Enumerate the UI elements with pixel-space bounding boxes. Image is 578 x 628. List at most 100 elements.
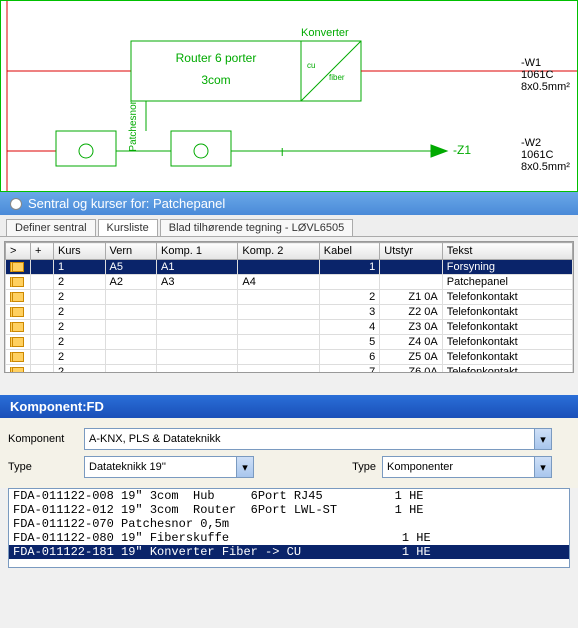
cell: 7	[319, 365, 379, 374]
cell	[157, 305, 238, 320]
konverter-label: Konverter	[301, 27, 349, 39]
col-header[interactable]: +	[31, 243, 54, 260]
cell	[105, 290, 157, 305]
tab-2[interactable]: Blad tilhørende tegning - LØVL6505	[160, 219, 354, 236]
w2-id: -W2	[521, 137, 570, 149]
table-row[interactable]: 2 7Z6 0ATelefonkontakt	[6, 365, 573, 374]
konv-cu: cu	[307, 61, 315, 70]
row-icon	[10, 307, 24, 317]
cell	[238, 365, 319, 374]
cell: 1	[54, 260, 106, 275]
cell	[31, 275, 54, 290]
konv-fiber: fiber	[329, 73, 345, 82]
cell	[6, 290, 31, 305]
tab-1[interactable]: Kursliste	[98, 219, 158, 236]
col-header[interactable]: Vern	[105, 243, 157, 260]
row-icon	[10, 322, 24, 332]
cell	[319, 275, 379, 290]
cell	[31, 260, 54, 275]
type1-combo[interactable]: ▾	[84, 456, 254, 478]
col-header[interactable]: Utstyr	[380, 243, 442, 260]
type2-input[interactable]	[383, 459, 534, 475]
w1-type: 1061C	[521, 69, 570, 81]
table-row[interactable]: 2A2A3A4Patchepanel	[6, 275, 573, 290]
type2-combo[interactable]: ▾	[382, 456, 552, 478]
list-item[interactable]: FDA-011122-070 Patchesnor 0,5m	[9, 517, 569, 531]
cell	[6, 350, 31, 365]
cell: Forsyning	[442, 260, 572, 275]
row-icon	[10, 337, 24, 347]
cell: A3	[157, 275, 238, 290]
cell	[380, 260, 442, 275]
table-row[interactable]: 1A5A11Forsyning	[6, 260, 573, 275]
cell: 2	[54, 275, 106, 290]
cell	[157, 350, 238, 365]
table-row[interactable]: 22Z1 0ATelefonkontakt	[6, 290, 573, 305]
col-header[interactable]: >	[6, 243, 31, 260]
cell: A5	[105, 260, 157, 275]
cell	[157, 320, 238, 335]
cell: A1	[157, 260, 238, 275]
cell	[6, 320, 31, 335]
komponent-input[interactable]	[85, 431, 534, 447]
row-icon	[10, 367, 24, 373]
panel-header-kurser: Sentral og kurser for: Patchepanel	[0, 192, 578, 215]
component-listbox[interactable]: FDA-011122-008 19" 3com Hub 6Port RJ45 1…	[8, 488, 570, 568]
row-icon	[10, 352, 24, 362]
chevron-down-icon[interactable]: ▾	[236, 457, 253, 477]
cell: 2	[54, 335, 106, 350]
cell	[31, 320, 54, 335]
table-row[interactable]: 25Z4 0ATelefonkontakt	[6, 335, 573, 350]
cell	[238, 305, 319, 320]
col-header[interactable]: Kurs	[54, 243, 106, 260]
cell: Patchepanel	[442, 275, 572, 290]
router-sub: 3com	[161, 73, 271, 87]
cell	[31, 290, 54, 305]
type1-label: Type	[8, 461, 78, 473]
col-header[interactable]: Komp. 1	[157, 243, 238, 260]
router-title: Router 6 porter	[161, 51, 271, 65]
w1-spec: 8x0.5mm²	[521, 81, 570, 93]
cell	[105, 335, 157, 350]
table-row[interactable]: 24Z3 0ATelefonkontakt	[6, 320, 573, 335]
col-header[interactable]: Komp. 2	[238, 243, 319, 260]
list-item[interactable]: FDA-011122-012 19" 3com Router 6Port LWL…	[9, 503, 569, 517]
cell	[6, 335, 31, 350]
chevron-down-icon[interactable]: ▾	[534, 429, 551, 449]
cell	[6, 260, 31, 275]
list-item[interactable]: FDA-011122-181 19" Konverter Fiber -> CU…	[9, 545, 569, 559]
col-header[interactable]: Kabel	[319, 243, 379, 260]
kurs-table[interactable]: >+KursVernKomp. 1Komp. 2KabelUtstyrTekst…	[5, 242, 573, 373]
cell	[238, 350, 319, 365]
w1-id: -W1	[521, 57, 570, 69]
cell: 2	[54, 290, 106, 305]
cell: 2	[54, 305, 106, 320]
cell: A4	[238, 275, 319, 290]
cell: 4	[319, 320, 379, 335]
cell: Telefonkontakt	[442, 350, 572, 365]
tab-0[interactable]: Definer sentral	[6, 219, 96, 236]
cell	[6, 275, 31, 290]
cell: Telefonkontakt	[442, 290, 572, 305]
cell	[157, 290, 238, 305]
komponent-combo[interactable]: ▾	[84, 428, 552, 450]
cell	[157, 335, 238, 350]
cell	[105, 320, 157, 335]
komponent-label: Komponent	[8, 433, 78, 445]
table-row[interactable]: 26Z5 0ATelefonkontakt	[6, 350, 573, 365]
list-item[interactable]: FDA-011122-080 19" Fiberskuffe 1 HE	[9, 531, 569, 545]
cell	[31, 365, 54, 374]
cell: Z2 0A	[380, 305, 442, 320]
cell: 2	[54, 365, 106, 374]
cell: Telefonkontakt	[442, 365, 572, 374]
cell	[6, 305, 31, 320]
table-row[interactable]: 23Z2 0ATelefonkontakt	[6, 305, 573, 320]
cell	[238, 290, 319, 305]
col-header[interactable]: Tekst	[442, 243, 572, 260]
chevron-down-icon[interactable]: ▾	[534, 457, 551, 477]
cell	[105, 350, 157, 365]
cell: Z6 0A	[380, 365, 442, 374]
type1-input[interactable]	[85, 459, 236, 475]
list-item[interactable]: FDA-011122-008 19" 3com Hub 6Port RJ45 1…	[9, 489, 569, 503]
cell	[105, 305, 157, 320]
